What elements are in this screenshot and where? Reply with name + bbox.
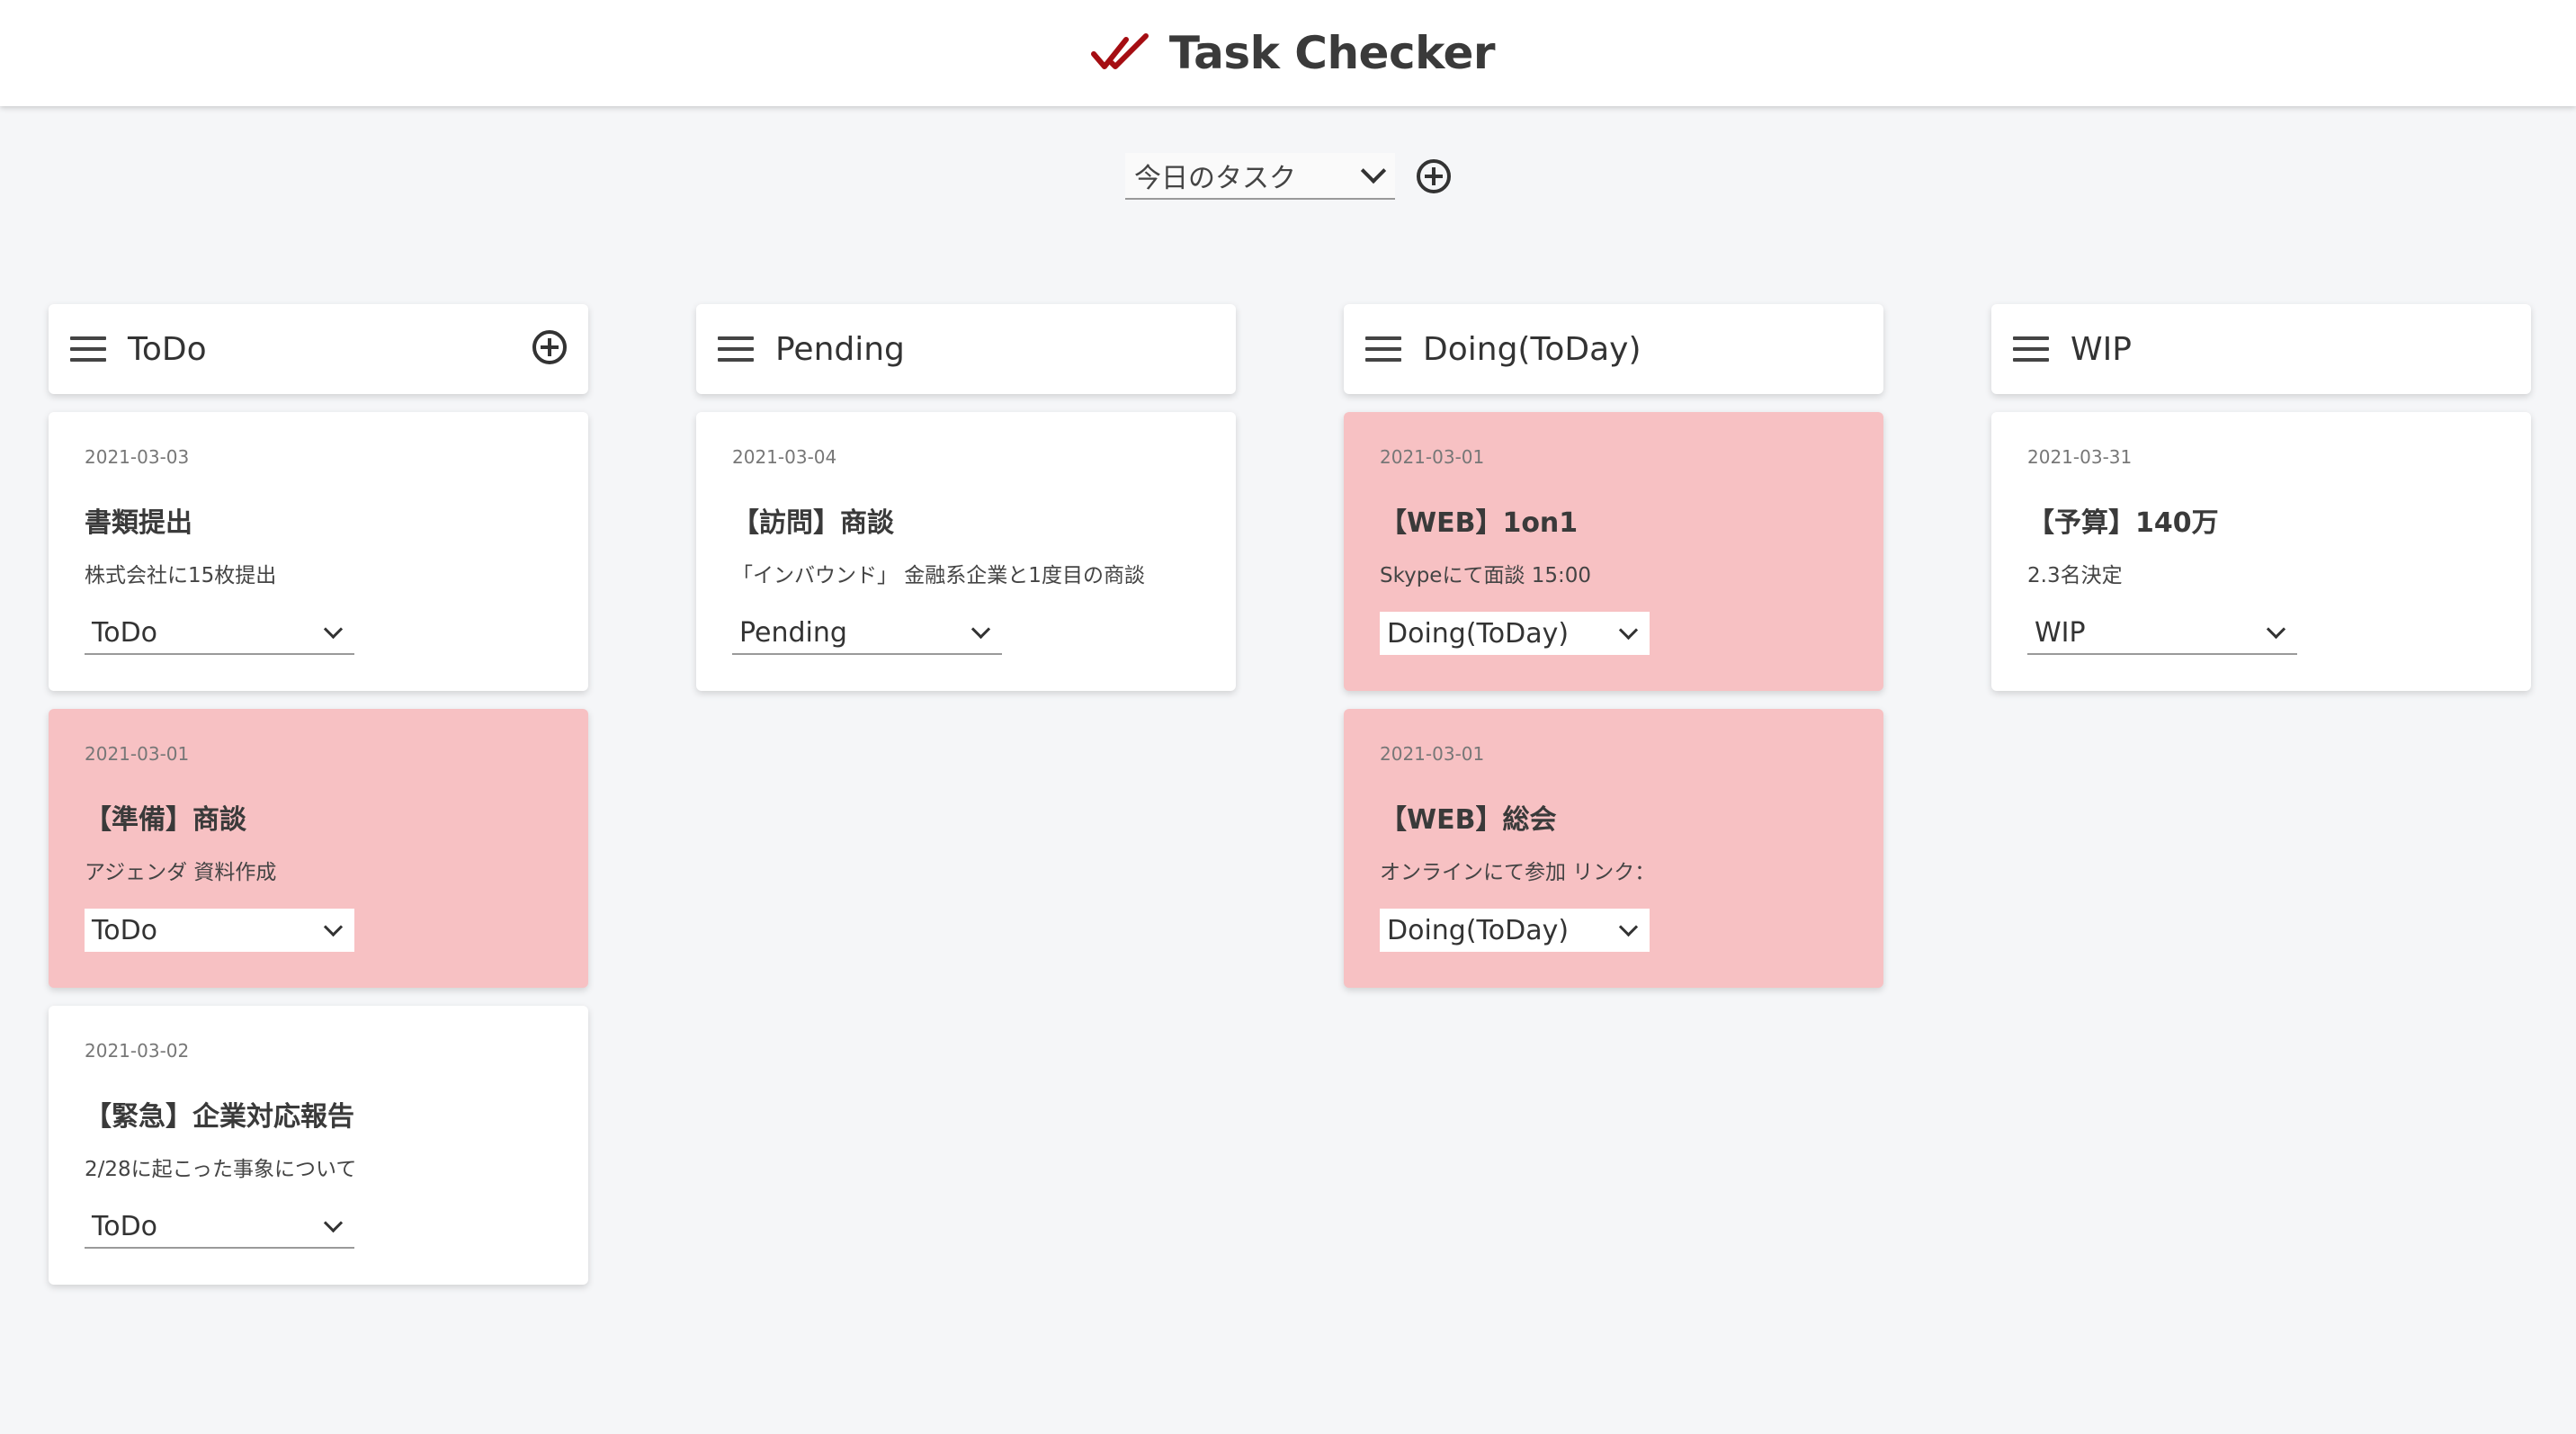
menu-icon[interactable] [718,336,754,362]
task-card[interactable]: 2021-03-04 【訪問】商談 「インバウンド」 金融系企業と1度目の商談 … [696,412,1236,691]
card-title: 書類提出 [85,507,192,539]
card-date: 2021-03-01 [1380,743,1485,765]
status-select[interactable]: ToDo [85,909,354,952]
card-title: 【WEB】1on1 [1380,507,1579,539]
card-description: 「インバウンド」 金融系企業と1度目の商談 [732,564,1145,587]
column-title: ToDo [128,330,207,368]
card-title: 【訪問】商談 [732,507,894,539]
task-card[interactable]: 2021-03-31 【予算】140万 2.3名決定 WIP [1991,412,2531,691]
task-filter-select[interactable]: 今日のタスク [1125,153,1395,200]
app-title: Task Checker [1168,27,1496,79]
chevron-down-icon [1360,157,1387,184]
column-todo: ToDo 2021-03-03 書類提出 株式会社に15枚提出 ToDo 202… [49,304,588,1285]
status-value: WIP [2035,616,2086,649]
card-description: Skypeにて面談 15:00 [1380,564,1592,587]
chevron-down-icon [970,619,991,639]
card-date: 2021-03-01 [1380,446,1485,468]
column-header: WIP [1991,304,2531,394]
card-date: 2021-03-01 [85,743,190,765]
brand[interactable]: Task Checker [1090,27,1496,79]
status-select[interactable]: WIP [2027,612,2297,655]
filter-row: 今日のタスク [0,153,2576,200]
column-title: Pending [775,330,905,368]
status-value: Pending [739,616,847,649]
task-card[interactable]: 2021-03-01 【準備】商談 アジェンダ 資料作成 ToDo [49,709,588,988]
chevron-down-icon [323,1213,344,1232]
menu-icon[interactable] [2013,336,2049,362]
task-card[interactable]: 2021-03-01 【WEB】1on1 Skypeにて面談 15:00 Doi… [1344,412,1883,691]
card-description: 株式会社に15枚提出 [85,564,277,587]
status-select[interactable]: ToDo [85,1205,354,1249]
status-select[interactable]: Doing(ToDay) [1380,909,1650,952]
status-value: ToDo [92,1210,158,1242]
chevron-down-icon [323,619,344,639]
status-select[interactable]: ToDo [85,612,354,655]
card-date: 2021-03-04 [732,446,837,468]
card-date: 2021-03-03 [85,446,190,468]
card-date: 2021-03-31 [2027,446,2133,468]
status-value: Doing(ToDay) [1387,617,1570,650]
card-description: アジェンダ 資料作成 [85,861,277,884]
column-wip: WIP 2021-03-31 【予算】140万 2.3名決定 WIP [1991,304,2531,691]
task-filter-value: 今日のタスク [1134,163,1296,194]
column-pending: Pending 2021-03-04 【訪問】商談 「インバウンド」 金融系企業… [696,304,1236,691]
chevron-down-icon [323,917,344,937]
menu-icon[interactable] [70,336,106,362]
app-header: Task Checker [0,0,2576,106]
add-circle-icon[interactable] [1417,159,1451,193]
status-value: ToDo [92,616,158,649]
column-doing-today: Doing(ToDay) 2021-03-01 【WEB】1on1 Skypeに… [1344,304,1883,988]
card-title: 【準備】商談 [85,804,246,836]
status-select[interactable]: Pending [732,612,1002,655]
card-title: 【WEB】総会 [1380,804,1557,836]
task-card[interactable]: 2021-03-03 書類提出 株式会社に15枚提出 ToDo [49,412,588,691]
double-check-icon [1090,32,1153,74]
status-value: ToDo [92,914,158,946]
status-select[interactable]: Doing(ToDay) [1380,612,1650,655]
card-description: 2.3名決定 [2027,564,2123,587]
card-title: 【予算】140万 [2027,507,2219,539]
task-card[interactable]: 2021-03-01 【WEB】総会 オンラインにて参加 リンク： Doing(… [1344,709,1883,988]
column-title: WIP [2071,330,2132,368]
card-description: 2/28に起こった事象について [85,1158,357,1181]
card-date: 2021-03-02 [85,1040,190,1062]
column-title: Doing(ToDay) [1423,330,1641,368]
column-header: Pending [696,304,1236,394]
add-circle-icon[interactable] [532,330,567,364]
chevron-down-icon [1618,917,1639,937]
column-header: ToDo [49,304,588,394]
chevron-down-icon [2266,619,2286,639]
chevron-down-icon [1618,620,1639,640]
column-header: Doing(ToDay) [1344,304,1883,394]
menu-icon[interactable] [1365,336,1401,362]
status-value: Doing(ToDay) [1387,914,1570,946]
card-title: 【緊急】企業対応報告 [85,1101,354,1133]
task-card[interactable]: 2021-03-02 【緊急】企業対応報告 2/28に起こった事象について To… [49,1006,588,1285]
card-description: オンラインにて参加 リンク： [1380,861,1656,884]
